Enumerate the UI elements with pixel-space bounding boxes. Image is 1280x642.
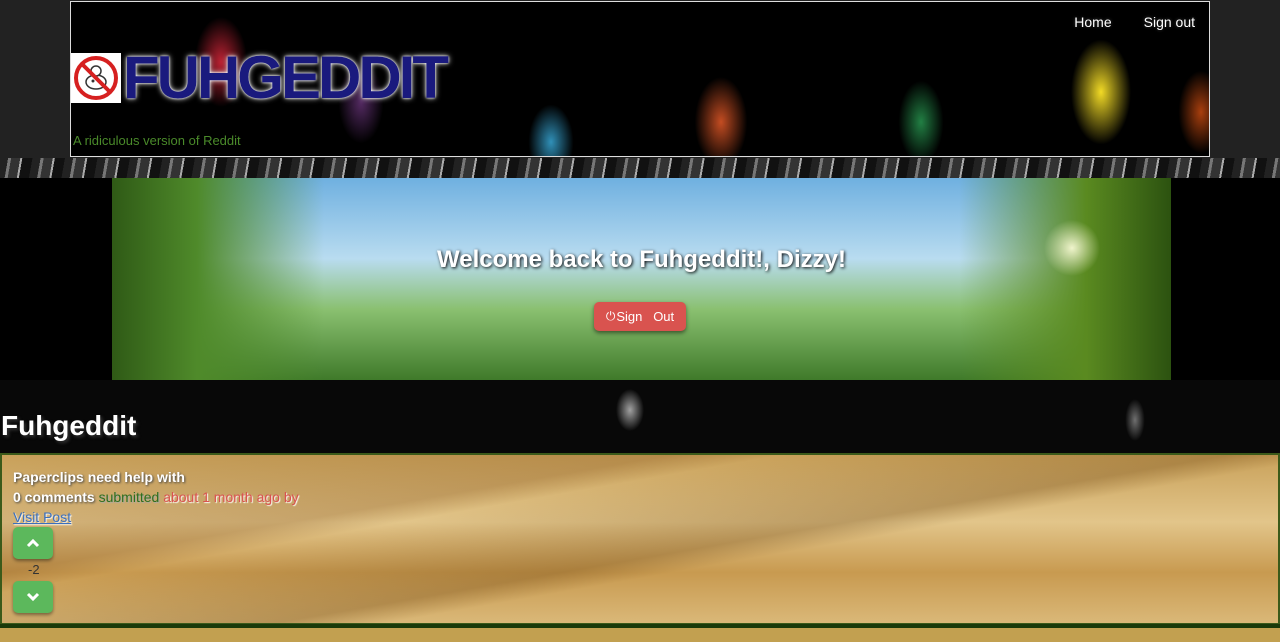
- chevron-up-icon: [26, 538, 40, 548]
- top-navbar: Home Sign out FUHGEDDIT A ridiculous ver…: [0, 0, 1280, 159]
- post-age: about 1 month ago by: [163, 489, 299, 505]
- brand[interactable]: FUHGEDDIT: [71, 44, 449, 111]
- hero-banner-image: Welcome back to Fuhgeddit!, Dizzy! ⏻ Sig…: [112, 178, 1171, 380]
- hero-section: Welcome back to Fuhgeddit!, Dizzy! ⏻ Sig…: [0, 178, 1280, 380]
- visit-post-link[interactable]: Visit Post: [13, 509, 71, 525]
- submitted-label: submitted: [98, 489, 160, 505]
- chevron-down-icon: [26, 592, 40, 602]
- upvote-button[interactable]: [13, 527, 53, 559]
- downvote-button[interactable]: [13, 581, 53, 613]
- post-card: Paperclips need help with 0 comments sub…: [0, 453, 1280, 625]
- hero-signout-button[interactable]: ⏻ Sign Out: [594, 302, 686, 331]
- next-post-card: [0, 624, 1280, 642]
- vote-score: -2: [28, 562, 40, 577]
- section-header: Fuhgeddit: [0, 380, 1280, 453]
- post-meta: 0 comments submitted about 1 month ago b…: [13, 489, 299, 505]
- power-icon: ⏻: [605, 309, 616, 323]
- welcome-heading: Welcome back to Fuhgeddit!, Dizzy!: [437, 246, 846, 273]
- hero-signout-label: Sign Out: [616, 309, 675, 324]
- no-reddit-logo-icon: [71, 53, 121, 103]
- decorative-divider: [0, 158, 1280, 178]
- post-title: Paperclips need help with: [13, 469, 185, 485]
- brand-name: FUHGEDDIT: [123, 44, 449, 111]
- nav-links: Home Sign out: [1074, 14, 1195, 30]
- nav-signout-link[interactable]: Sign out: [1144, 14, 1195, 30]
- nav-home-link[interactable]: Home: [1074, 14, 1111, 30]
- page-title: Fuhgeddit: [1, 410, 137, 441]
- comments-count[interactable]: 0 comments: [13, 489, 95, 505]
- header-banner: Home Sign out FUHGEDDIT A ridiculous ver…: [70, 1, 1210, 157]
- brand-tagline: A ridiculous version of Reddit: [73, 133, 241, 148]
